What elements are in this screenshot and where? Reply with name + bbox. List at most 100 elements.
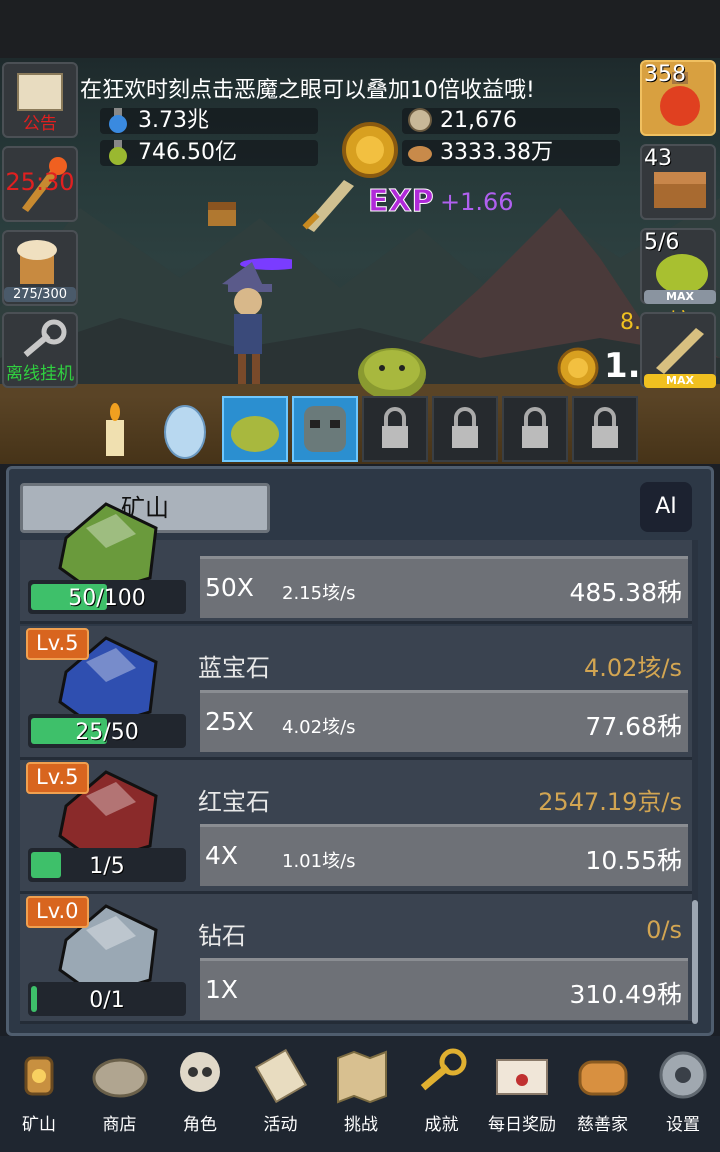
zombie-icon: [304, 406, 346, 452]
candle-slot[interactable]: [82, 396, 148, 462]
level-badge: Lv.5: [26, 628, 89, 660]
locked-slot[interactable]: [572, 396, 638, 462]
food-value: 3333.38万: [440, 140, 553, 165]
announcement-label: 公告: [23, 114, 57, 134]
coin-count-value: 21,676: [440, 108, 517, 133]
nav-item-bread[interactable]: 慈善家: [564, 1040, 642, 1140]
nav-label: 商店: [102, 1115, 137, 1135]
lock-icon: [452, 407, 478, 448]
level-badge: Lv.0: [26, 896, 89, 928]
locked-slot[interactable]: [362, 396, 428, 462]
offline-idle-label: 离线挂机: [6, 364, 74, 384]
map-icon: [337, 1050, 387, 1104]
key-icon: [420, 1048, 466, 1091]
max-badge: MAX: [644, 290, 716, 304]
gem-amount: 310.49秭: [569, 980, 682, 1009]
chest-count: 43: [644, 146, 672, 171]
lock-icon: [522, 407, 548, 448]
stone-coin-icon: [92, 1058, 147, 1098]
egg-icon: [164, 405, 206, 459]
gem-row[interactable]: 50/100 50X 2.15垓/s 485.38秭: [20, 502, 692, 624]
gem-multiplier: 25X: [205, 707, 254, 736]
notice-text: 在狂欢时刻点击恶魔之眼可以叠加10倍收益哦!: [80, 78, 535, 103]
torch-button[interactable]: 25:30: [2, 146, 78, 222]
nav-item-scroll[interactable]: 活动: [242, 1040, 320, 1140]
nav-item-map[interactable]: 挑战: [322, 1040, 400, 1140]
gem-speed: 4.02垓/s: [282, 717, 356, 738]
golden-sword-icon: [656, 328, 704, 374]
status-bar: [0, 0, 720, 58]
chest-button[interactable]: 43: [640, 144, 716, 220]
potion-button[interactable]: 358: [640, 60, 716, 136]
ai-button[interactable]: AI: [640, 482, 692, 532]
locked-slot[interactable]: [432, 396, 498, 462]
skull-icon: [180, 1052, 220, 1092]
coin-counter: 21,676: [402, 108, 620, 134]
exp-label: EXP: [368, 184, 435, 220]
gem-progress-text: 1/5: [89, 854, 125, 879]
zombie-slot[interactable]: [292, 396, 358, 462]
nav-item-key[interactable]: 成就: [403, 1040, 481, 1140]
slime-count: 5/6: [644, 230, 680, 255]
egg-slot[interactable]: [152, 396, 218, 462]
nav-label: 每日奖励: [488, 1115, 556, 1135]
green-potion-icon: [109, 140, 127, 165]
gem-name: 红宝石: [198, 788, 270, 816]
offline-idle-button[interactable]: 离线挂机: [2, 312, 78, 388]
candle-icon: [106, 403, 124, 456]
gem-row[interactable]: Lv.5 25/50 蓝宝石 4.02垓/s 25X 4.02垓/s 77.68秭: [20, 626, 692, 760]
locked-slot[interactable]: [502, 396, 568, 462]
nav-label: 设置: [666, 1115, 700, 1135]
gem-multiplier: 4X: [205, 841, 239, 870]
level-badge: Lv.5: [26, 762, 89, 794]
blue-potion-counter: 3.73兆: [100, 108, 318, 134]
gem-rate: 0/s: [646, 916, 682, 944]
gem-progress-text: 0/1: [89, 988, 125, 1013]
gem-upgrade-bar[interactable]: 50X 2.15垓/s 485.38秭: [200, 556, 688, 618]
gear-icon: [659, 1051, 707, 1099]
sword-upgrade-button[interactable]: MAX: [640, 312, 716, 388]
slime-enemy[interactable]: [356, 340, 428, 396]
green-potion-value: 746.50亿: [138, 140, 237, 165]
gem-row[interactable]: Lv.5 1/5 红宝石 2547.19京/s 4X 1.01垓/s 10.55秭: [20, 760, 692, 894]
lantern-icon: [24, 1056, 54, 1096]
beer-mug-icon: [17, 240, 57, 284]
nav-item-gear[interactable]: 设置: [644, 1040, 720, 1140]
beer-button[interactable]: 275/300: [2, 230, 78, 306]
gem-amount: 77.68秭: [585, 712, 682, 741]
witch-character: [222, 258, 292, 384]
gem-rate: 2547.19京/s: [538, 788, 682, 816]
gem-progress-text: 50/100: [68, 586, 146, 611]
slime-slot[interactable]: [222, 396, 288, 462]
gem-upgrade-bar[interactable]: 4X 1.01垓/s 10.55秭: [200, 824, 688, 886]
beer-count: 275/300: [4, 287, 76, 302]
nav-item-envelope[interactable]: 每日奖励: [483, 1040, 561, 1140]
gem-amount: 10.55秭: [585, 846, 682, 875]
nav-label: 慈善家: [577, 1115, 628, 1135]
scrollbar-thumb[interactable]: [692, 900, 698, 1024]
meat-icon: [408, 146, 432, 162]
gem-upgrade-bar[interactable]: 25X 4.02垓/s 77.68秭: [200, 690, 688, 752]
sword-icon: [302, 180, 354, 232]
slime-icon: [231, 416, 279, 452]
gold-total: 1.: [604, 346, 641, 386]
gem-name: 钻石: [198, 922, 246, 950]
gem-upgrade-bar[interactable]: 1X 310.49秭: [200, 958, 688, 1020]
max-badge: MAX: [644, 374, 716, 388]
slime-upgrade-button[interactable]: 5/6 MAX: [640, 228, 716, 304]
nav-item-skull[interactable]: 角色: [161, 1040, 239, 1140]
announcement-button[interactable]: 公告: [2, 62, 78, 138]
food-counter: 3333.38万: [402, 140, 620, 166]
scroll-icon: [254, 1048, 307, 1104]
gem-progress: 25/50: [28, 714, 186, 748]
gem-multiplier: 50X: [205, 573, 254, 602]
bread-icon: [578, 1060, 627, 1096]
nav-label: 活动: [263, 1115, 298, 1135]
gem-row[interactable]: Lv.0 0/1 钻石 0/s 1X 310.49秭: [20, 894, 692, 1024]
nav-item-lantern[interactable]: 矿山: [0, 1040, 78, 1140]
nav-label: 角色: [183, 1115, 217, 1135]
potion-count: 358: [644, 62, 686, 87]
gem-progress: 0/1: [28, 982, 186, 1016]
gem-progress-text: 25/50: [75, 720, 139, 745]
nav-item-stone-coin[interactable]: 商店: [81, 1040, 159, 1140]
